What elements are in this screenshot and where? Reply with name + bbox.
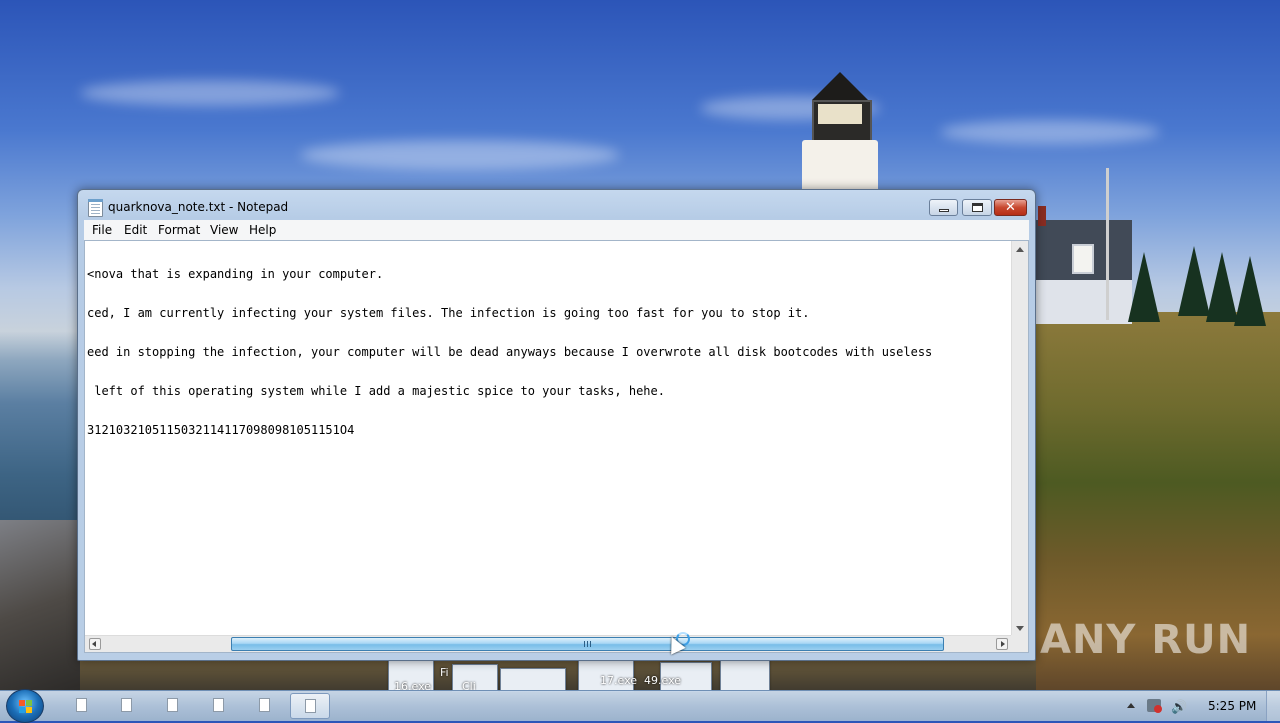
taskbar-item[interactable] xyxy=(199,693,239,719)
text-line: left of this operating system while I ad… xyxy=(87,384,665,398)
taskbar-item-notepad[interactable] xyxy=(290,693,330,719)
close-icon: ✕ xyxy=(1005,200,1016,215)
lighthouse-glass xyxy=(818,104,862,124)
taskbar-item[interactable] xyxy=(245,693,285,719)
network-warning-icon[interactable] xyxy=(1147,699,1162,713)
thumbnail-label: Fi xyxy=(440,666,449,679)
grip-icon xyxy=(584,641,591,647)
chimney xyxy=(1038,206,1046,226)
volume-icon[interactable]: 🔊 xyxy=(1171,700,1187,715)
cloud xyxy=(80,80,340,106)
document-icon xyxy=(259,698,270,712)
thumbnail-label: 17.exe xyxy=(600,674,638,687)
scroll-down-icon[interactable] xyxy=(1016,626,1024,631)
horizontal-scroll-thumb[interactable] xyxy=(231,637,944,651)
tree xyxy=(1128,252,1160,322)
menu-view[interactable]: View xyxy=(210,223,238,237)
menu-edit[interactable]: Edit xyxy=(124,223,147,237)
taskbar-item[interactable] xyxy=(107,693,147,719)
taskbar-item[interactable] xyxy=(62,693,102,719)
flagpole xyxy=(1106,168,1109,320)
notepad-window[interactable]: quarknova_note.txt - Notepad ✕ File Edit… xyxy=(77,189,1036,661)
document-icon xyxy=(121,698,132,712)
document-icon xyxy=(305,699,316,713)
document-icon xyxy=(167,698,178,712)
vertical-scrollbar[interactable] xyxy=(1011,241,1028,637)
document-icon xyxy=(213,698,224,712)
thumbnail-label: 49.exe xyxy=(644,674,682,687)
notepad-icon xyxy=(88,199,103,217)
anyrun-watermark: ANY RUN xyxy=(1040,612,1251,668)
show-hidden-icons-icon[interactable] xyxy=(1127,703,1135,708)
scroll-left-button[interactable] xyxy=(89,638,101,650)
horizontal-scrollbar[interactable] xyxy=(85,635,1012,652)
menu-file[interactable]: File xyxy=(92,223,112,237)
thumbnail-window[interactable] xyxy=(500,668,566,692)
cloud xyxy=(300,140,620,170)
text-editor[interactable]: <nova that is expanding in your computer… xyxy=(84,240,1029,653)
scroll-right-button[interactable] xyxy=(996,638,1008,650)
window-title: quarknova_note.txt - Notepad xyxy=(108,200,289,214)
windows-logo-icon xyxy=(19,700,32,713)
text-line: 31210321051150321141170980981051151O4 xyxy=(87,423,355,437)
text-content[interactable]: <nova that is expanding in your computer… xyxy=(87,242,1013,622)
thumbnail-window[interactable] xyxy=(720,660,770,692)
taskbar-item[interactable] xyxy=(153,693,193,719)
house-window xyxy=(1072,244,1094,274)
close-button[interactable]: ✕ xyxy=(994,199,1027,216)
house xyxy=(1036,280,1132,324)
title-bar[interactable]: quarknova_note.txt - Notepad ✕ xyxy=(78,190,1035,222)
text-line: <nova that is expanding in your computer… xyxy=(87,267,384,281)
text-line: ced, I am currently infecting your syste… xyxy=(87,306,810,320)
minimize-button[interactable] xyxy=(929,199,958,216)
menu-format[interactable]: Format xyxy=(158,223,200,237)
watermark-text: ANY RUN xyxy=(1040,617,1252,663)
clock[interactable]: 5:25 PM xyxy=(1208,699,1256,713)
lighthouse-roof xyxy=(812,72,868,100)
maximize-button[interactable] xyxy=(962,199,992,216)
cloud xyxy=(940,120,1160,144)
menu-bar: File Edit Format View Help xyxy=(84,220,1029,241)
show-desktop-button[interactable] xyxy=(1266,691,1280,721)
coastal-rocks xyxy=(0,520,80,692)
document-icon xyxy=(76,698,87,712)
scroll-up-icon[interactable] xyxy=(1016,247,1024,252)
text-line: eed in stopping the infection, your comp… xyxy=(87,345,933,359)
scrollbar-corner xyxy=(1011,635,1028,652)
tree xyxy=(1234,256,1266,326)
start-button[interactable] xyxy=(6,689,44,723)
taskbar: 🔊 5:25 PM xyxy=(0,689,1280,723)
menu-help[interactable]: Help xyxy=(249,223,276,237)
